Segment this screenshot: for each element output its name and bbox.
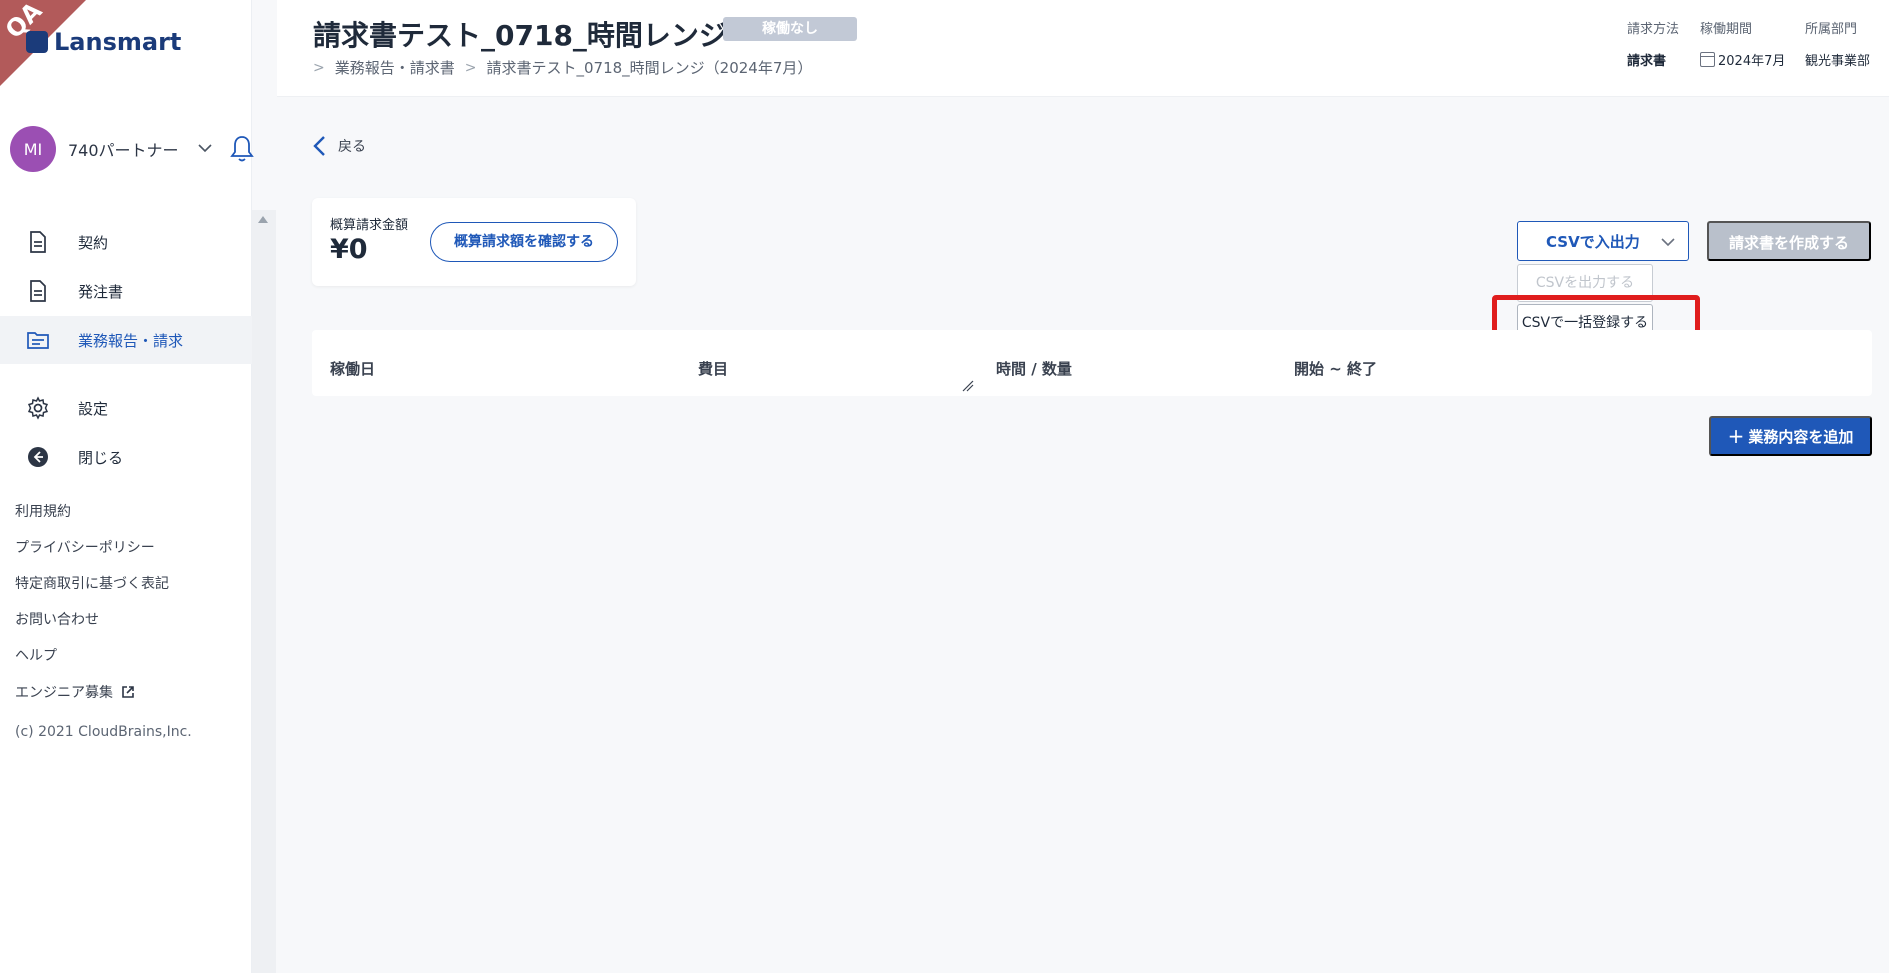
column-header-time-quantity: 時間 / 数量 (996, 360, 1072, 378)
sidebar-item-close[interactable]: 閉じる (0, 433, 252, 481)
avatar: MI (10, 126, 56, 172)
column-header-start-end: 開始 ~ 終了 (1294, 360, 1378, 378)
gear-icon (27, 396, 49, 420)
column-header-work-date: 稼働日 (330, 360, 376, 378)
csv-io-label: CSVで入出力 (1546, 232, 1640, 251)
back-label: 戻る (338, 139, 366, 155)
billing-method-label: 請求方法 (1627, 22, 1680, 37)
logo-text: Lansmart (54, 28, 182, 56)
engineer-recruit-label: エンジニア募集 (15, 685, 113, 701)
sidebar-item-label: 業務報告・請求 (78, 331, 184, 350)
arrow-left-circle-icon (28, 447, 48, 467)
user-menu[interactable]: MI 740パートナー (10, 126, 254, 172)
sidebar-scrollbar[interactable] (252, 210, 276, 973)
sidebar-item-purchase-order[interactable]: 発注書 (0, 267, 252, 315)
user-name: 740パートナー (68, 141, 179, 160)
column-header-expense-item: 費目 (698, 360, 729, 378)
logo[interactable]: Lansmart (26, 28, 181, 56)
external-link-icon (122, 686, 134, 698)
sidebar-item-settings[interactable]: 設定 (0, 384, 252, 432)
calendar-icon (1700, 52, 1715, 67)
document-icon (30, 231, 46, 253)
work-period-label: 稼働期間 (1700, 22, 1753, 37)
add-work-item-label: 業務内容を追加 (1748, 427, 1854, 446)
billing-method-value: 請求書 (1627, 54, 1667, 69)
add-work-item-button[interactable]: + 業務内容を追加 (1709, 416, 1872, 456)
chevron-right-icon: > (313, 59, 325, 76)
breadcrumb: > 業務報告・請求書 > 請求書テスト_0718_時間レンジ（2024年7月） (313, 57, 812, 78)
page-title: 請求書テスト_0718_時間レンジ (313, 19, 727, 52)
table-header: 稼働日 費目 時間 / 数量 開始 ~ 終了 (312, 330, 1872, 396)
commerce-law-link[interactable]: 特定商取引に基づく表記 (15, 573, 169, 593)
engineer-recruit-link[interactable]: エンジニア募集 (15, 682, 135, 702)
chevron-down-icon[interactable] (196, 139, 214, 157)
sidebar-item-label: 発注書 (78, 282, 124, 301)
chevron-right-icon: > (464, 59, 477, 76)
work-period-text: 2024年7月 (1718, 54, 1786, 69)
copyright: (c) 2021 CloudBrains,Inc. (15, 724, 192, 740)
document-icon (30, 280, 46, 302)
bell-icon[interactable] (228, 134, 256, 164)
department-value: 観光事業部 (1805, 54, 1871, 69)
sidebar-item-label: 契約 (78, 233, 109, 252)
privacy-policy-link[interactable]: プライバシーポリシー (15, 537, 155, 557)
estimate-card: 概算請求金額 ¥0 概算請求額を確認する (312, 198, 636, 286)
chevron-down-icon (1661, 238, 1675, 247)
plus-icon: + (1727, 424, 1745, 448)
sidebar-item-label: 設定 (78, 399, 109, 418)
page-header: 請求書テスト_0718_時間レンジ 稼働なし > 業務報告・請求書 > 請求書テ… (277, 0, 1889, 97)
logo-icon (26, 31, 48, 53)
scroll-up-arrow-icon[interactable] (258, 216, 268, 223)
create-invoice-button[interactable]: 請求書を作成する (1707, 221, 1871, 261)
sidebar-item-contract[interactable]: 契約 (0, 218, 252, 266)
help-link[interactable]: ヘルプ (15, 645, 57, 665)
work-period-value: 2024年7月 (1700, 50, 1785, 69)
department-label: 所属部門 (1805, 22, 1858, 37)
estimate-amount: ¥0 (330, 234, 368, 265)
confirm-estimate-button[interactable]: 概算請求額を確認する (430, 222, 618, 262)
back-link[interactable]: 戻る (310, 134, 366, 158)
sidebar: QA Lansmart MI 740パートナー 契約 発注書 業務報告・請求 設… (0, 0, 254, 973)
contact-link[interactable]: お問い合わせ (15, 609, 99, 629)
chevron-left-icon (313, 136, 325, 156)
breadcrumb-current: 請求書テスト_0718_時間レンジ（2024年7月） (486, 59, 813, 77)
estimate-label: 概算請求金額 (330, 218, 409, 233)
breadcrumb-work-report[interactable]: 業務報告・請求書 (335, 57, 455, 78)
sidebar-item-label: 閉じる (78, 448, 124, 467)
status-badge: 稼働なし (723, 17, 857, 41)
folder-icon (27, 332, 49, 349)
column-resize-handle-icon[interactable] (962, 380, 974, 392)
sidebar-item-work-report[interactable]: 業務報告・請求 (0, 316, 252, 364)
csv-io-dropdown-button[interactable]: CSVで入出力 (1517, 221, 1689, 261)
terms-link[interactable]: 利用規約 (15, 501, 71, 521)
